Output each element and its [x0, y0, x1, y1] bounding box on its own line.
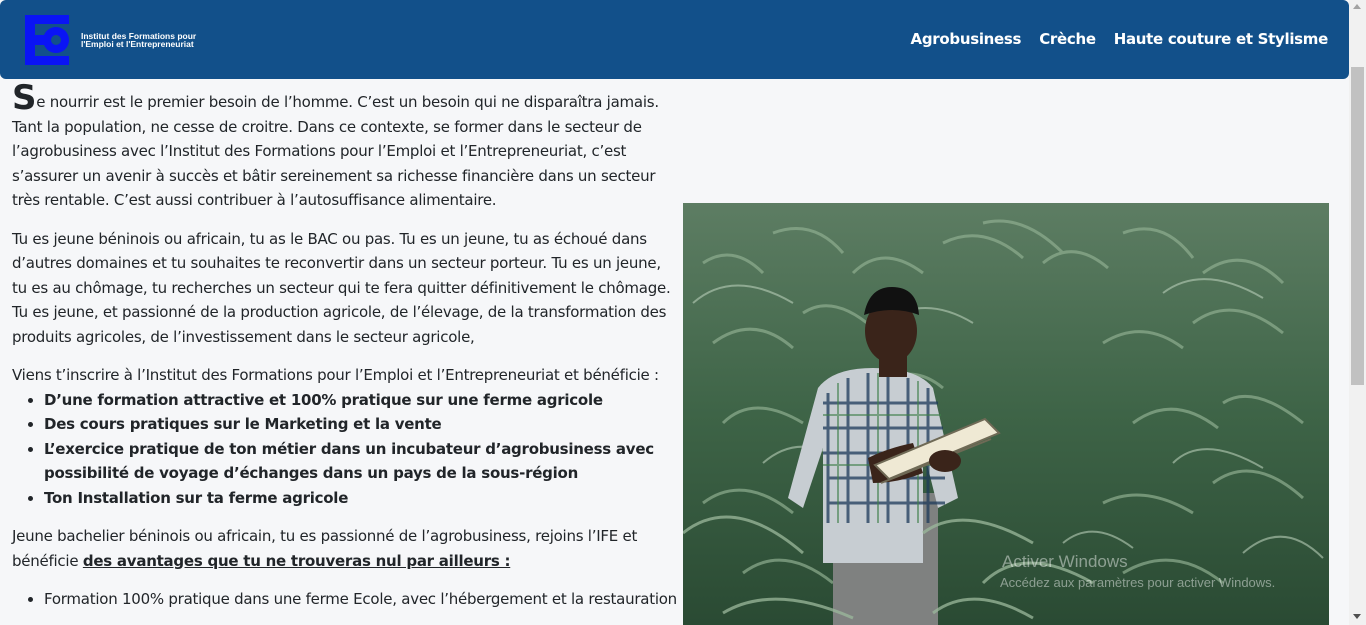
article-content: Se nourrir est le premier besoin de l’ho…	[12, 81, 677, 612]
nav-link-agrobusiness[interactable]: Agrobusiness	[911, 30, 1022, 48]
top-navbar: Institut des Formations pour l'Emploi et…	[0, 0, 1349, 79]
nav-link-creche[interactable]: Crèche	[1039, 30, 1096, 48]
advantages-heading: des avantages que tu ne trouveras nul pa…	[82, 551, 511, 570]
intro-paragraph-text: e nourrir est le premier besoin de l’hom…	[12, 93, 659, 209]
ife-logo-mark-icon	[25, 15, 69, 65]
list-item: Ton Installation sur ta ferme agricole	[44, 486, 677, 511]
dropcap-letter: S	[12, 78, 37, 118]
list-item: Des cours pratiques sur le Marketing et …	[44, 412, 677, 437]
benefits-list: D’une formation attractive et 100% prati…	[44, 388, 677, 511]
logo-text: Institut des Formations pour l'Emploi et…	[81, 32, 231, 49]
logo-text-line2: l'Emploi et l'Entrepreneuriat	[81, 39, 194, 49]
scroll-up-arrow-icon[interactable]	[1353, 4, 1361, 9]
windows-activation-watermark: Activer Windows	[1002, 552, 1128, 571]
vertical-scrollbar[interactable]	[1349, 0, 1366, 625]
scroll-down-arrow-icon[interactable]	[1353, 614, 1361, 619]
bachelier-paragraph: Jeune bachelier béninois ou africain, tu…	[12, 524, 677, 573]
advantages-list: Formation 100% pratique dans une ferme E…	[44, 587, 677, 612]
list-item: L’exercice pratique de ton métier dans u…	[44, 437, 677, 486]
list-item: D’une formation attractive et 100% prati…	[44, 388, 677, 413]
windows-activation-subtext: Accédez aux paramètres pour activer Wind…	[1000, 575, 1276, 590]
target-audience-paragraph: Tu es jeune béninois ou africain, tu as …	[12, 229, 671, 346]
nav-links: Agrobusiness Crèche Haute couture et Sty…	[911, 30, 1329, 48]
list-item: Formation 100% pratique dans une ferme E…	[44, 587, 677, 612]
intro-paragraph: Se nourrir est le premier besoin de l’ho…	[12, 81, 677, 213]
scrollbar-thumb[interactable]	[1351, 67, 1364, 385]
nav-link-haute-couture[interactable]: Haute couture et Stylisme	[1114, 30, 1329, 48]
benefits-intro: Viens t’inscrire à l’Institut des Format…	[12, 366, 659, 384]
site-logo[interactable]: Institut des Formations pour l'Emploi et…	[25, 15, 225, 65]
